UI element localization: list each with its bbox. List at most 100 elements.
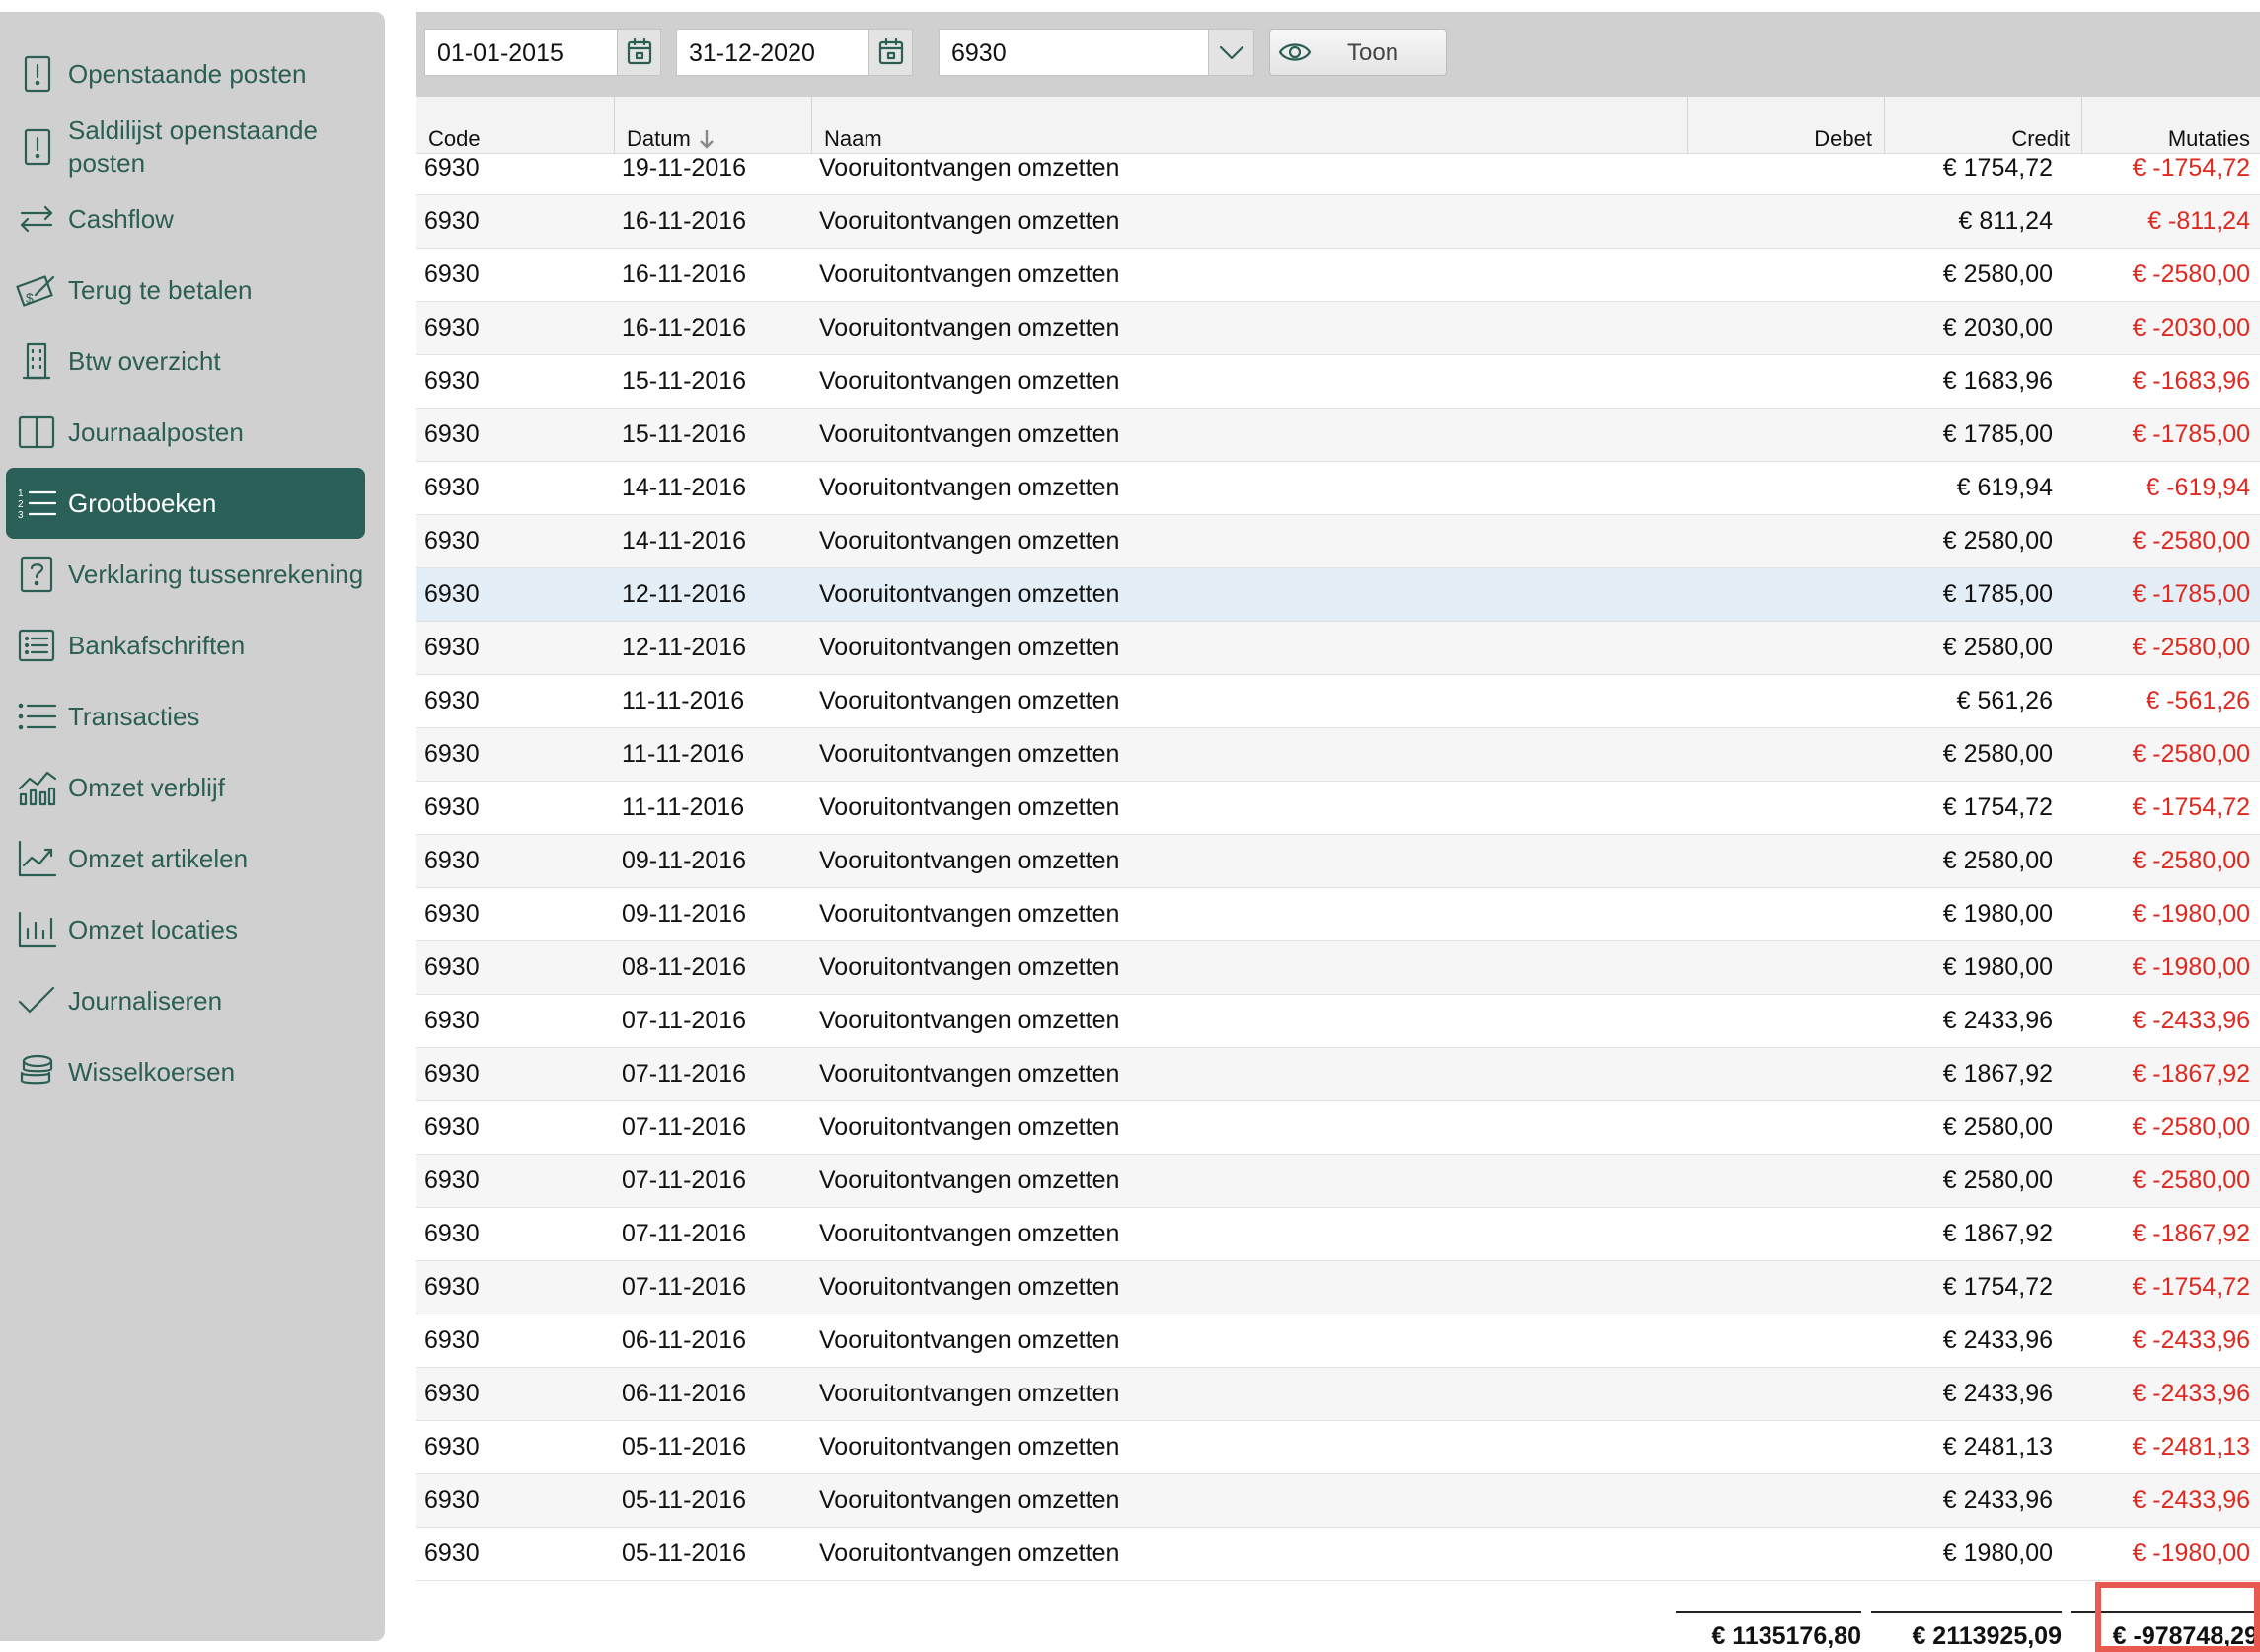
column-debit[interactable]: Debet bbox=[1687, 97, 1884, 154]
sidebar-item-journaliseren[interactable]: Journaliseren bbox=[6, 965, 365, 1036]
sidebar-item-journaalposten[interactable]: Journaalposten bbox=[6, 397, 365, 468]
sidebar-item-label: Openstaande posten bbox=[68, 58, 307, 89]
table-row[interactable]: 6930 07-11-2016 Vooruitontvangen omzetten €… bbox=[416, 1048, 2260, 1101]
chevron-down-icon[interactable] bbox=[1208, 30, 1253, 75]
sidebar-item-omzet-verblijf[interactable]: Omzet verblijf bbox=[6, 752, 365, 823]
table-row[interactable]: 6930 15-11-2016 Vooruitontvangen omzetten €… bbox=[416, 355, 2260, 409]
sidebar-item-omzet-artikelen[interactable]: Omzet artikelen bbox=[6, 823, 365, 894]
table-row[interactable]: 6930 07-11-2016 Vooruitontvangen omzetten €… bbox=[416, 1261, 2260, 1314]
table-row[interactable]: 6930 05-11-2016 Vooruitontvangen omzetten €… bbox=[416, 1474, 2260, 1528]
column-name[interactable]: Naam bbox=[811, 97, 1687, 154]
sidebar-item-label: Grootboeken bbox=[68, 488, 217, 518]
cell-date: 05-11-2016 bbox=[622, 1539, 747, 1567]
table-row[interactable]: 6930 05-11-2016 Vooruitontvangen omzetten €… bbox=[416, 1528, 2260, 1581]
sidebar-item-grootboeken[interactable]: 1 2 3 Grootboeken bbox=[6, 468, 365, 539]
table-row[interactable]: 6930 07-11-2016 Vooruitontvangen omzetten €… bbox=[416, 995, 2260, 1048]
cell-code: 6930 bbox=[424, 1539, 480, 1567]
cell-code: 6930 bbox=[424, 1380, 480, 1407]
cell-credit: € 2481,13 bbox=[1942, 1433, 2053, 1461]
table-row[interactable]: 6930 16-11-2016 Vooruitontvangen omzetten €… bbox=[416, 302, 2260, 355]
sidebar-item-omzet-locaties[interactable]: Omzet locaties bbox=[6, 894, 365, 965]
statement-list-icon bbox=[14, 623, 59, 668]
table-row[interactable]: 6930 15-11-2016 Vooruitontvangen omzetten €… bbox=[416, 409, 2260, 462]
table-row[interactable]: 6930 05-11-2016 Vooruitontvangen omzetten €… bbox=[416, 1421, 2260, 1474]
cell-code: 6930 bbox=[424, 793, 480, 821]
cell-name: Vooruitontvangen omzetten bbox=[819, 154, 1120, 182]
table-row[interactable]: 6930 08-11-2016 Vooruitontvangen omzetten €… bbox=[416, 941, 2260, 995]
cell-credit: € 2433,96 bbox=[1942, 1007, 2053, 1034]
table-row[interactable]: 6930 06-11-2016 Vooruitontvangen omzetten €… bbox=[416, 1368, 2260, 1421]
show-button[interactable]: Toon bbox=[1269, 29, 1447, 76]
table-row[interactable]: 6930 16-11-2016 Vooruitontvangen omzetten €… bbox=[416, 195, 2260, 249]
sidebar-item-terug-te-betalen[interactable]: $ Terug te betalen bbox=[6, 255, 365, 326]
sidebar-item-transacties[interactable]: Transacties bbox=[6, 681, 365, 752]
table-row[interactable]: 6930 07-11-2016 Vooruitontvangen omzetten €… bbox=[416, 1208, 2260, 1261]
cell-mutation: € -2580,00 bbox=[2132, 527, 2250, 555]
cell-code: 6930 bbox=[424, 367, 480, 395]
sort-descending-icon[interactable] bbox=[698, 128, 716, 150]
cell-date: 05-11-2016 bbox=[622, 1486, 747, 1514]
cell-code: 6930 bbox=[424, 580, 480, 608]
cell-code: 6930 bbox=[424, 527, 480, 555]
cell-name: Vooruitontvangen omzetten bbox=[819, 1166, 1120, 1194]
cell-code: 6930 bbox=[424, 953, 480, 981]
cell-name: Vooruitontvangen omzetten bbox=[819, 420, 1120, 448]
table-row[interactable]: 6930 07-11-2016 Vooruitontvangen omzetten €… bbox=[416, 1101, 2260, 1155]
calendar-icon[interactable] bbox=[868, 30, 912, 75]
table-row[interactable]: 6930 14-11-2016 Vooruitontvangen omzetten €… bbox=[416, 462, 2260, 515]
column-code-label: Code bbox=[428, 126, 481, 151]
cell-name: Vooruitontvangen omzetten bbox=[819, 367, 1120, 395]
cell-code: 6930 bbox=[424, 1326, 480, 1354]
cell-date: 07-11-2016 bbox=[622, 1166, 747, 1194]
calendar-icon[interactable] bbox=[617, 30, 660, 75]
trend-chart-icon bbox=[14, 836, 59, 881]
table-row[interactable]: 6930 06-11-2016 Vooruitontvangen omzetten €… bbox=[416, 1314, 2260, 1368]
column-mutations[interactable]: Mutaties bbox=[2081, 97, 2260, 154]
sidebar-item-saldilijst-openstaande-posten[interactable]: Saldilijst openstaande posten bbox=[6, 112, 365, 183]
table-row[interactable]: 6930 11-11-2016 Vooruitontvangen omzetten €… bbox=[416, 675, 2260, 728]
date-from-field[interactable]: 01-01-2015 bbox=[424, 29, 661, 76]
sidebar-item-openstaande-posten[interactable]: Openstaande posten bbox=[6, 38, 365, 110]
table-row[interactable]: 6930 07-11-2016 Vooruitontvangen omzetten €… bbox=[416, 1155, 2260, 1208]
sidebar-item-verklaring-tussenrekening[interactable]: Verklaring tussenrekening bbox=[6, 539, 365, 610]
cell-date: 07-11-2016 bbox=[622, 1220, 747, 1247]
cell-code: 6930 bbox=[424, 1220, 480, 1247]
date-from-value: 01-01-2015 bbox=[437, 39, 564, 67]
cell-mutation: € -2580,00 bbox=[2132, 740, 2250, 768]
cell-credit: € 1683,96 bbox=[1942, 367, 2053, 395]
cell-name: Vooruitontvangen omzetten bbox=[819, 314, 1120, 341]
cell-name: Vooruitontvangen omzetten bbox=[819, 527, 1120, 555]
table-row[interactable]: 6930 14-11-2016 Vooruitontvangen omzetten €… bbox=[416, 515, 2260, 568]
table-row[interactable]: 6930 16-11-2016 Vooruitontvangen omzetten €… bbox=[416, 249, 2260, 302]
table-row[interactable]: 6930 12-11-2016 Vooruitontvangen omzetten €… bbox=[416, 568, 2260, 622]
table-row[interactable]: 6930 19-11-2016 Vooruitontvangen omzetten €… bbox=[416, 154, 2260, 195]
cell-credit: € 1980,00 bbox=[1942, 1539, 2053, 1567]
sidebar-item-wisselkoersen[interactable]: Wisselkoersen bbox=[6, 1036, 365, 1107]
table-row[interactable]: 6930 11-11-2016 Vooruitontvangen omzetten €… bbox=[416, 782, 2260, 835]
cell-name: Vooruitontvangen omzetten bbox=[819, 1539, 1120, 1567]
cell-date: 07-11-2016 bbox=[622, 1007, 747, 1034]
cell-mutation: € -1980,00 bbox=[2132, 900, 2250, 928]
cell-name: Vooruitontvangen omzetten bbox=[819, 1486, 1120, 1514]
column-date[interactable]: Datum bbox=[614, 97, 811, 154]
cell-name: Vooruitontvangen omzetten bbox=[819, 847, 1120, 874]
main-panel: 01-01-2015 31-12-2020 6930 Toon Code Dat… bbox=[416, 12, 2260, 1652]
table-row[interactable]: 6930 11-11-2016 Vooruitontvangen omzetten €… bbox=[416, 728, 2260, 782]
account-select[interactable]: 6930 bbox=[939, 29, 1254, 76]
table-row[interactable]: 6930 09-11-2016 Vooruitontvangen omzetten €… bbox=[416, 888, 2260, 941]
date-to-field[interactable]: 31-12-2020 bbox=[676, 29, 913, 76]
column-code[interactable]: Code bbox=[416, 97, 614, 154]
cell-date: 08-11-2016 bbox=[622, 953, 747, 981]
transfer-arrows-icon bbox=[14, 196, 59, 242]
sidebar-item-bankafschriften[interactable]: Bankafschriften bbox=[6, 610, 365, 681]
cell-credit: € 1754,72 bbox=[1942, 793, 2053, 821]
bar-chart-icon bbox=[14, 907, 59, 952]
cell-date: 07-11-2016 bbox=[622, 1113, 747, 1141]
sidebar-item-btw-overzicht[interactable]: Btw overzicht bbox=[6, 326, 365, 397]
sidebar-item-cashflow[interactable]: Cashflow bbox=[6, 184, 365, 255]
money-refund-icon: $ bbox=[14, 267, 59, 313]
table-row[interactable]: 6930 12-11-2016 Vooruitontvangen omzetten €… bbox=[416, 622, 2260, 675]
column-credit[interactable]: Credit bbox=[1884, 97, 2081, 154]
alert-document-icon bbox=[14, 124, 59, 170]
table-row[interactable]: 6930 09-11-2016 Vooruitontvangen omzetten €… bbox=[416, 835, 2260, 888]
